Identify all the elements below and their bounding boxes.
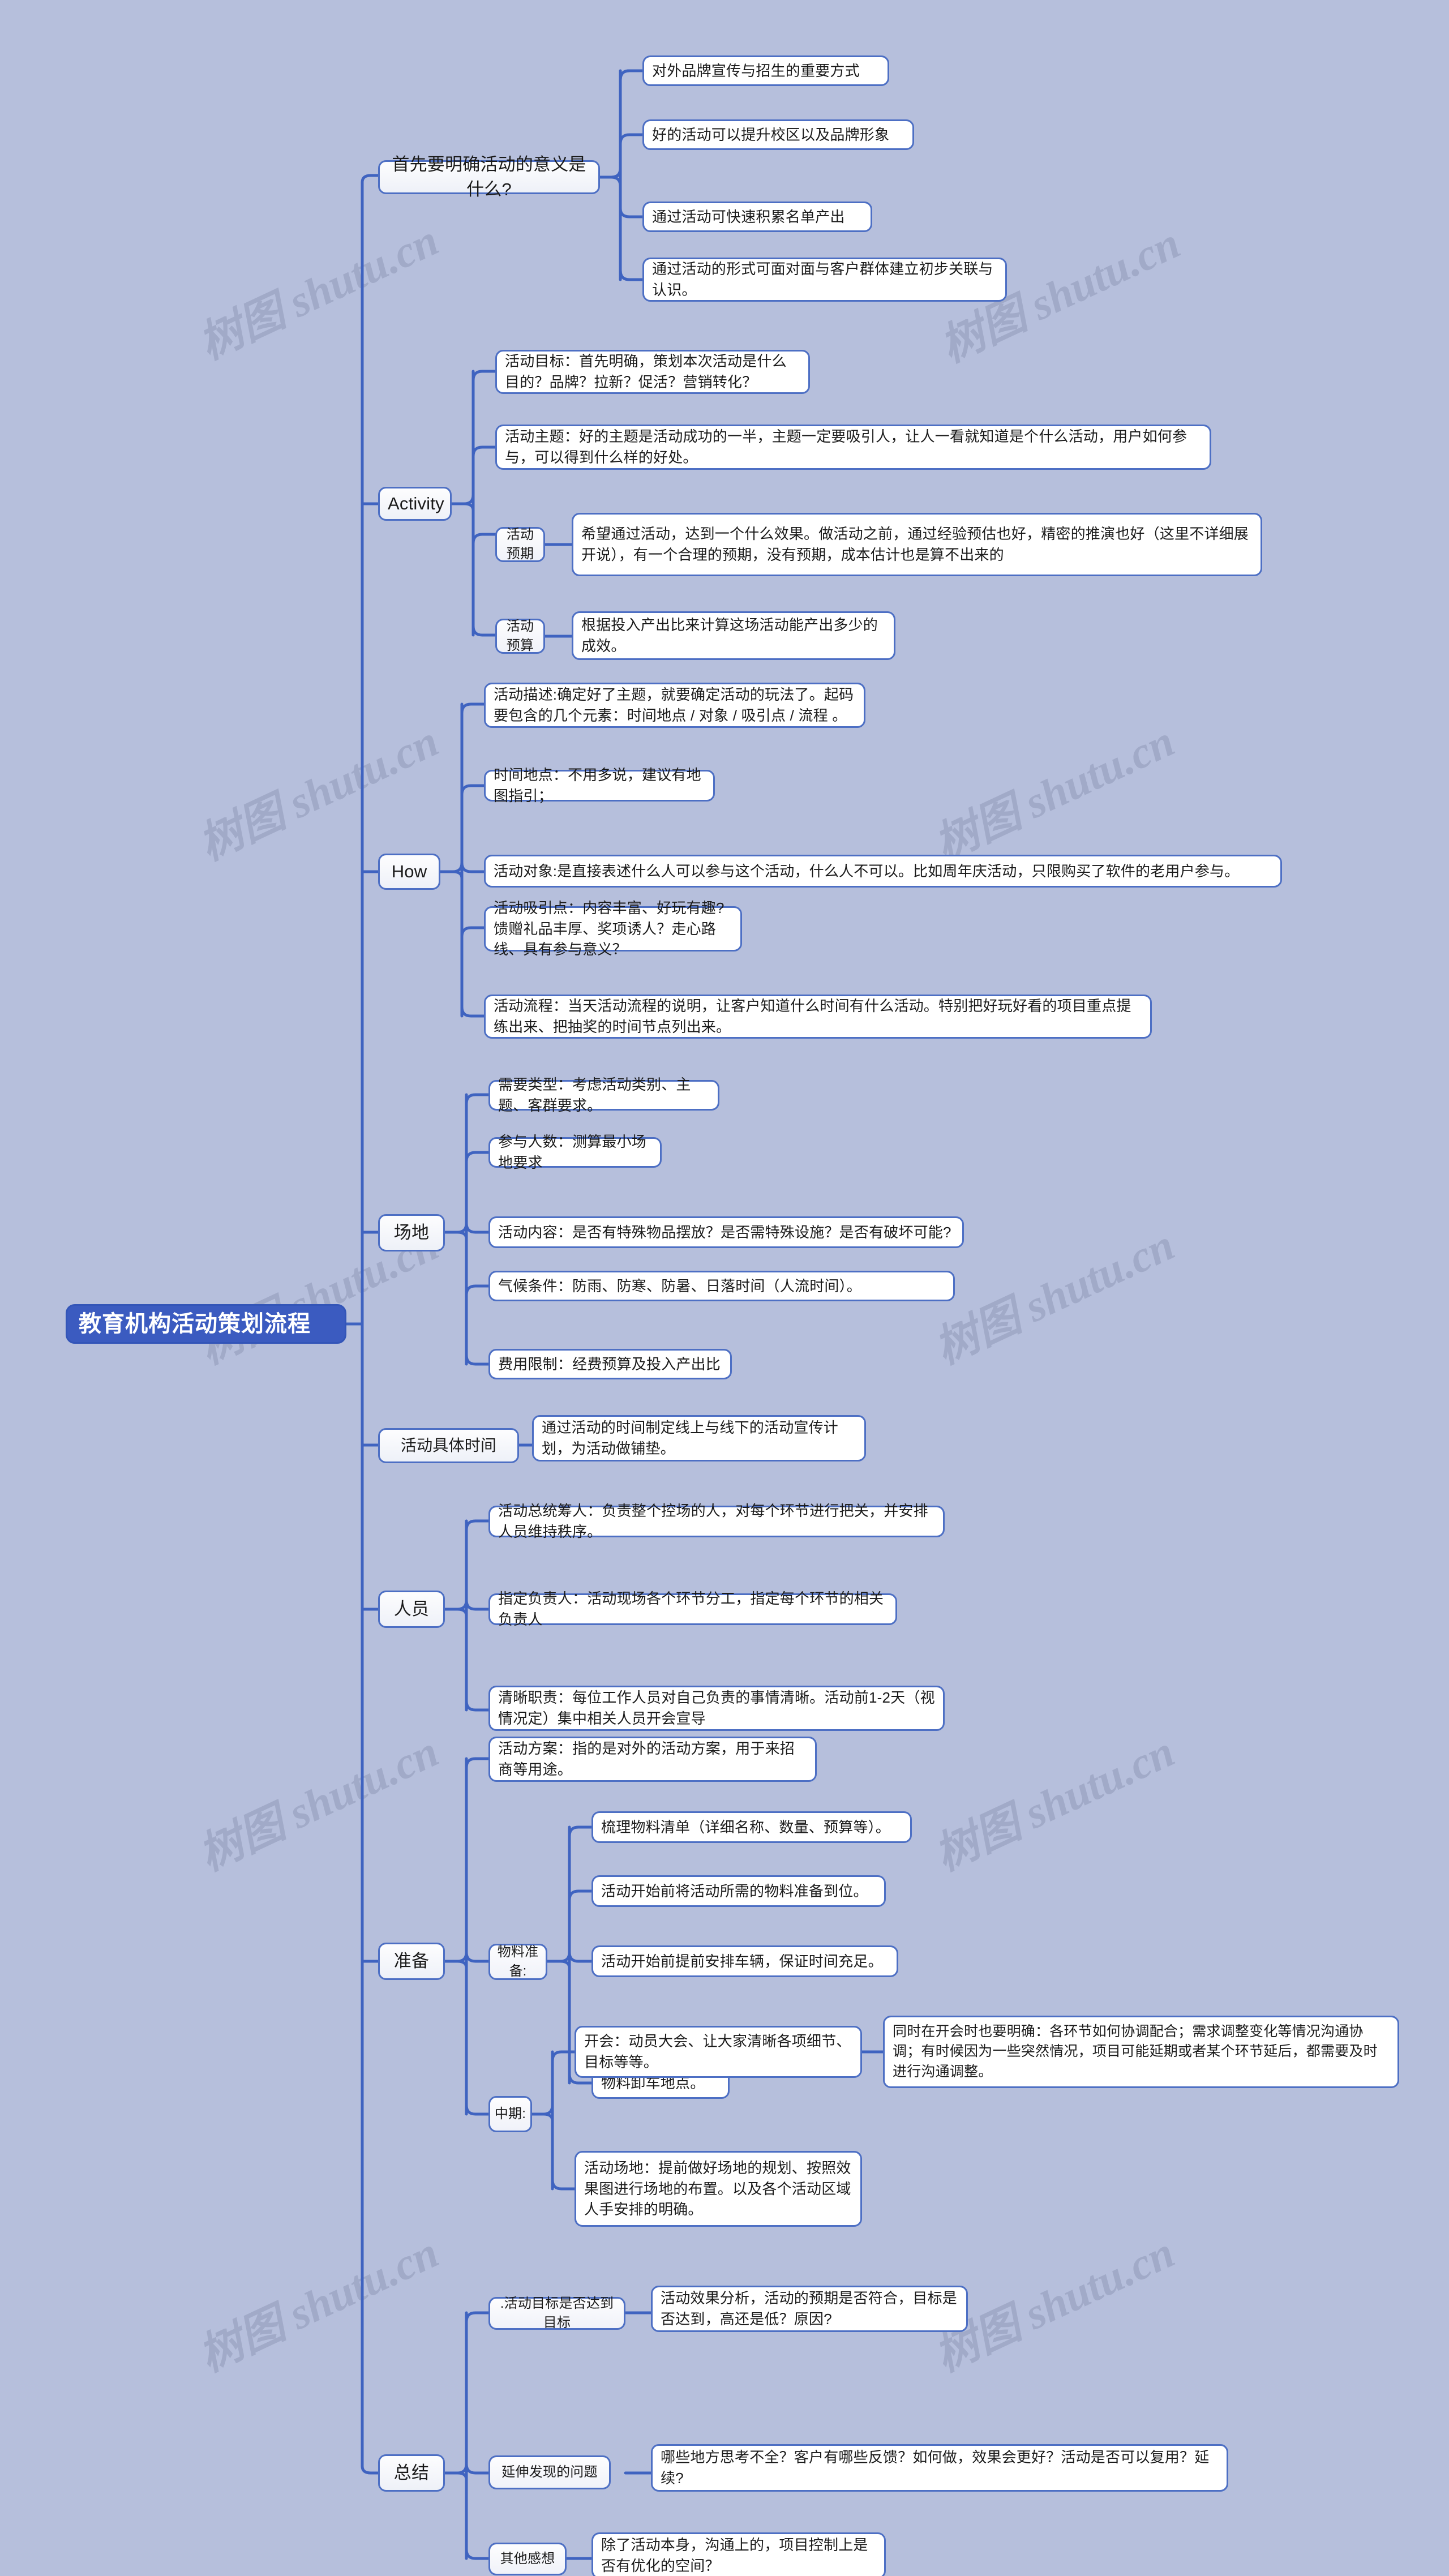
subbranch-node-goal-reached[interactable]: .活动目标是否达到目标 (488, 2295, 625, 2330)
leaf-label: 活动开始前将活动所需的物料准备到位。 (601, 1882, 868, 1900)
leaf-label: 需要类型：考虑活动类别、主题、客群要求。 (498, 1076, 691, 1114)
leaf-node[interactable]: 活动吸引点：内容丰富、好玩有趣?馈赠礼品丰厚、奖项诱人？走心路线、具有参与意义？ (484, 899, 742, 958)
subbranch-label: 物料准备: (497, 1944, 539, 1979)
branch-node-prepare[interactable]: 准备 (378, 1943, 445, 1980)
leaf-label: 活动吸引点：内容丰富、好玩有趣?馈赠礼品丰厚、奖项诱人？走心路线、具有参与意义？ (494, 899, 724, 958)
branch-label: 首先要明确活动的意义是什么? (392, 154, 586, 199)
leaf-node[interactable]: 指定负责人：活动现场各个环节分工，指定每个环节的相关负责人 (488, 1590, 897, 1628)
branch-node-venue[interactable]: 场地 (378, 1214, 445, 1251)
leaf-label: 通过活动的时间制定线上与线下的活动宣传计划，为活动做铺垫。 (542, 1419, 839, 1457)
subbranch-node-budget[interactable]: 活动预算 (495, 619, 545, 654)
leaf-label: 活动方案：指的是对外的活动方案，用于来招商等用途。 (498, 1740, 795, 1778)
leaf-label: 活动目标：首先明确，策划本次活动是什么目的？品牌？拉新？促活？营销转化？ (505, 353, 787, 391)
leaf-label: 希望通过活动，达到一个什么效果。做活动之前，通过经验预估也好，精密的推演也好（这… (581, 525, 1249, 563)
leaf-label: 清晰职责：每位工作人员对自己负责的事情清晰。活动前1-2天（视情况定）集中相关人… (498, 1689, 935, 1727)
leaf-label: 活动开始前提前安排车辆，保证时间充足。 (601, 1952, 883, 1970)
branch-label: 准备 (393, 1951, 430, 1971)
leaf-label: 活动流程：当天活动流程的说明，让客户知道什么时间有什么活动。特别把好玩好看的项目… (494, 997, 1131, 1035)
leaf-node[interactable]: 气候条件：防雨、防寒、防暑、日落时间（人流时间）。 (488, 1271, 955, 1301)
leaf-label: 活动主题：好的主题是活动成功的一半，主题一定要吸引人，让人一看就知道是个什么活动… (505, 428, 1188, 466)
leaf-label: 通过活动可快速积累名单产出 (652, 208, 845, 225)
leaf-node[interactable]: 活动效果分析，活动的预期是否符合，目标是否达到，高还是低？原因? (651, 2286, 968, 2332)
branch-label: 人员 (393, 1599, 430, 1619)
branch-node-how[interactable]: How (378, 854, 440, 890)
leaf-node[interactable]: 除了活动本身，沟通上的，项目控制上是否有优化的空间？ (591, 2532, 886, 2576)
leaf-node[interactable]: 通过活动的形式可面对面与客户群体建立初步关联与认识。 (642, 258, 1007, 302)
leaf-node[interactable]: 时间地点：不用多说，建议有地图指引； (484, 766, 715, 804)
leaf-label: 时间地点：不用多说，建议有地图指引； (494, 766, 701, 804)
leaf-node[interactable]: 活动目标：首先明确，策划本次活动是什么目的？品牌？拉新？促活？营销转化？ (495, 350, 810, 394)
leaf-label: 同时在开会时也要明确：各环节如何协调配合；需求调整变化等情况沟通协调；有时候因为… (893, 2023, 1378, 2080)
leaf-node[interactable]: 通过活动可快速积累名单产出 (642, 202, 872, 232)
branch-node-summary[interactable]: 总结 (378, 2454, 445, 2492)
subbranch-node-expect[interactable]: 活动预期 (495, 527, 545, 562)
leaf-label: 好的活动可以提升校区以及品牌形象 (652, 126, 890, 143)
leaf-node[interactable]: 开会：动员大会、让大家清晰各项细节、目标等等。 (575, 2026, 862, 2078)
leaf-label: 根据投入产出比来计算这场活动能产出多少的成效。 (581, 616, 878, 654)
branch-node-staff[interactable]: 人员 (378, 1591, 445, 1628)
leaf-label: 活动场地：提前做好场地的规划、按照效果图进行场地的布置。以及各个活动区域人手安排… (584, 2159, 851, 2218)
subbranch-label: .活动目标是否达到目标 (500, 2295, 614, 2330)
leaf-node[interactable]: 活动对象:是直接表述什么人可以参与这个活动，什么人不可以。比如周年庆活动，只限购… (484, 855, 1282, 888)
leaf-node[interactable]: 同时在开会时也要明确：各环节如何协调配合；需求调整变化等情况沟通协调；有时候因为… (883, 2016, 1399, 2088)
branch-label: 场地 (393, 1223, 430, 1242)
leaf-label: 活动对象:是直接表述什么人可以参与这个活动，什么人不可以。比如周年庆活动，只限购… (494, 862, 1240, 880)
subbranch-label: 延伸发现的问题 (501, 2464, 598, 2480)
leaf-node[interactable]: 参与人数：测算最小场地要求 (488, 1133, 662, 1171)
root-node[interactable]: 教育机构活动策划流程 (66, 1304, 346, 1344)
subbranch-label: 中期: (494, 2106, 526, 2121)
leaf-node[interactable]: 活动方案：指的是对外的活动方案，用于来招商等用途。 (488, 1737, 817, 1782)
leaf-node[interactable]: 对外品牌宣传与招生的重要方式 (642, 55, 889, 86)
leaf-label: 梳理物料清单（详细名称、数量、预算等）。 (601, 1818, 891, 1836)
subbranch-label: 其他感想 (500, 2551, 555, 2566)
branch-label: 总结 (393, 2463, 430, 2483)
leaf-node[interactable]: 费用限制：经费预算及投入产出比 (488, 1349, 732, 1379)
leaf-label: 哪些地方思考不全？客户有哪些反馈？如何做，效果会更好？活动是否可以复用？延续? (661, 2449, 1210, 2487)
leaf-node[interactable]: 活动流程：当天活动流程的说明，让客户知道什么时间有什么活动。特别把好玩好看的项目… (484, 995, 1152, 1039)
leaf-label: 参与人数：测算最小场地要求 (498, 1133, 647, 1171)
subbranch-label: 活动预期 (506, 526, 534, 562)
branch-node-meaning[interactable]: 首先要明确活动的意义是什么? (378, 155, 600, 199)
mindmap-canvas: 树图 shutu.cn 树图 shutu.cn 树图 shutu.cn 树图 s… (0, 0, 1449, 2576)
leaf-node[interactable]: 需要类型：考虑活动类别、主题、客群要求。 (488, 1076, 719, 1114)
branch-label: Activity (388, 494, 444, 513)
leaf-node[interactable]: 梳理物料清单（详细名称、数量、预算等）。 (591, 1811, 912, 1843)
leaf-node[interactable]: 活动内容：是否有特殊物品摆放？是否需特殊设施？是否有破坏可能? (488, 1216, 964, 1248)
leaf-label: 除了活动本身，沟通上的，项目控制上是否有优化的空间？ (601, 2536, 868, 2574)
branch-node-time[interactable]: 活动具体时间 (378, 1428, 519, 1463)
leaf-node[interactable]: 活动主题：好的主题是活动成功的一半，主题一定要吸引人，让人一看就知道是个什么活动… (495, 425, 1211, 470)
leaf-label: 气候条件：防雨、防寒、防暑、日落时间（人流时间）。 (498, 1277, 862, 1295)
leaf-label: 通过活动的形式可面对面与客户群体建立初步关联与认识。 (652, 260, 993, 298)
leaf-node[interactable]: 根据投入产出比来计算这场活动能产出多少的成效。 (572, 611, 895, 660)
branch-label: 活动具体时间 (400, 1437, 497, 1455)
leaf-label: 活动描述:确定好了主题，就要确定活动的玩法了。起码要包含的几个元素：时间地点 /… (494, 686, 854, 724)
subbranch-node-other-thoughts[interactable]: 其他感想 (488, 2543, 567, 2575)
subbranch-node-materials[interactable]: 物料准备: (488, 1944, 547, 1980)
subbranch-node-issues[interactable]: 延伸发现的问题 (488, 2455, 611, 2489)
leaf-label: 开会：动员大会、让大家清晰各项细节、目标等等。 (584, 2033, 851, 2071)
leaf-label: 活动内容：是否有特殊物品摆放？是否需特殊设施？是否有破坏可能? (498, 1223, 951, 1241)
leaf-label: 对外品牌宣传与招生的重要方式 (652, 62, 860, 79)
leaf-node[interactable]: 通过活动的时间制定线上与线下的活动宣传计划，为活动做铺垫。 (532, 1415, 866, 1461)
leaf-node[interactable]: 好的活动可以提升校区以及品牌形象 (642, 119, 914, 150)
leaf-label: 活动总统筹人：负责整个控场的人，对每个环节进行把关，并安排人员维持秩序。 (498, 1502, 928, 1540)
leaf-node[interactable]: 活动场地：提前做好场地的规划、按照效果图进行场地的布置。以及各个活动区域人手安排… (575, 2151, 862, 2227)
leaf-label: 活动效果分析，活动的预期是否符合，目标是否达到，高还是低？原因? (661, 2290, 958, 2328)
leaf-node[interactable]: 活动描述:确定好了主题，就要确定活动的玩法了。起码要包含的几个元素：时间地点 /… (484, 683, 865, 728)
leaf-node[interactable]: 希望通过活动，达到一个什么效果。做活动之前，通过经验预估也好，精密的推演也好（这… (572, 513, 1262, 576)
branch-label: How (391, 861, 427, 881)
subbranch-label: 活动预算 (506, 618, 534, 653)
leaf-node[interactable]: 活动总统筹人：负责整个控场的人，对每个环节进行把关，并安排人员维持秩序。 (488, 1502, 945, 1540)
leaf-label: 费用限制：经费预算及投入产出比 (498, 1355, 721, 1373)
leaf-node[interactable]: 清晰职责：每位工作人员对自己负责的事情清晰。活动前1-2天（视情况定）集中相关人… (488, 1686, 945, 1731)
leaf-node[interactable]: 活动开始前将活动所需的物料准备到位。 (591, 1875, 886, 1907)
branch-node-activity[interactable]: Activity (378, 487, 452, 521)
leaf-node[interactable]: 哪些地方思考不全？客户有哪些反馈？如何做，效果会更好？活动是否可以复用？延续? (651, 2444, 1228, 2492)
leaf-label: 指定负责人：活动现场各个环节分工，指定每个环节的相关负责人 (498, 1590, 884, 1628)
root-label: 教育机构活动策划流程 (79, 1311, 311, 1336)
leaf-node[interactable]: 活动开始前提前安排车辆，保证时间充足。 (591, 1945, 898, 1977)
subbranch-node-midterm[interactable]: 中期: (488, 2096, 532, 2132)
